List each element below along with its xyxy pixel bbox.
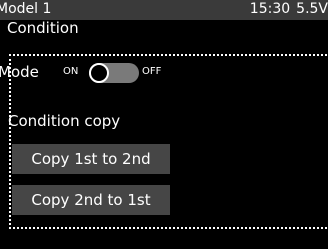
toggle-off-label: OFF: [142, 66, 162, 77]
screen-title: Condition: [7, 19, 79, 37]
status-bar: Model 1 15:30 5.5V: [0, 0, 328, 20]
battery-voltage: 5.5V: [296, 1, 328, 17]
toggle-on-label: ON: [63, 66, 79, 77]
screen: Model 1 15:30 5.5V Condition Mode ON OFF …: [0, 0, 328, 249]
mode-toggle[interactable]: [89, 63, 139, 83]
model-name: Model 1: [0, 1, 52, 17]
copy-2nd-to-1st-button[interactable]: Copy 2nd to 1st: [12, 185, 170, 215]
clock: 15:30: [249, 1, 291, 17]
status-right: 15:30 5.5V: [244, 1, 328, 18]
condition-copy-label: Condition copy: [8, 112, 121, 130]
toggle-knob: [89, 63, 109, 83]
copy-1st-to-2nd-button[interactable]: Copy 1st to 2nd: [12, 144, 170, 174]
mode-label: Mode: [0, 63, 39, 81]
